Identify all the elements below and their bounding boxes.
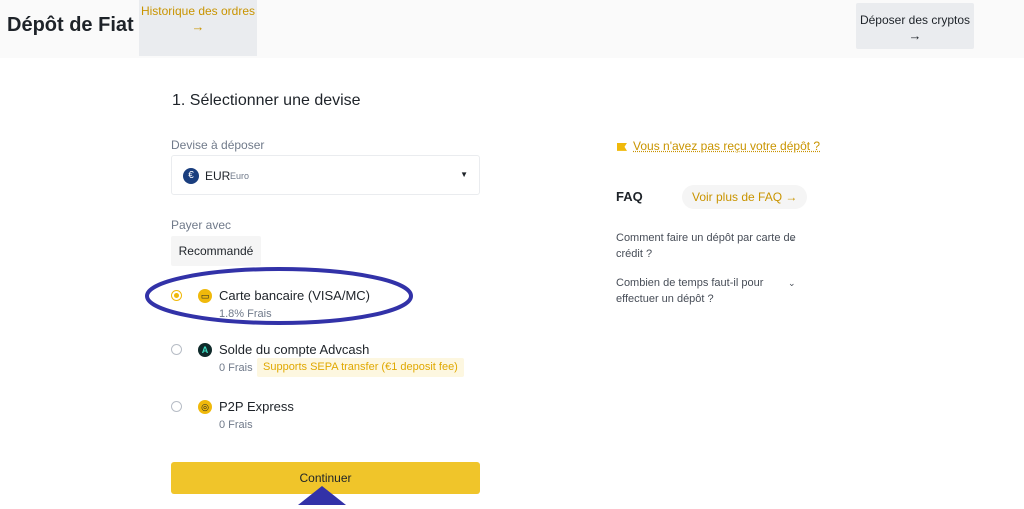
method-name: Solde du compte Advcash [219,342,370,357]
megaphone-icon [617,142,627,151]
caret-down-icon: ▼ [460,170,468,179]
see-more-faq-button[interactable]: Voir plus de FAQ → [682,185,808,209]
arrow-right-icon: → [191,19,205,34]
currency-code: EUR [205,169,231,183]
chevron-down-icon: ⌄ [788,233,796,243]
tab-recommended[interactable]: Recommandé [171,236,261,266]
currency-name: Euro [230,171,250,181]
method-fee: 0 Frais [219,362,253,374]
radio-advcash[interactable] [171,344,182,355]
sepa-badge: Supports SEPA transfer (€1 deposit fee) [257,358,464,377]
method-fee: 0 Frais [219,419,253,431]
euro-coin-icon: € [183,168,199,184]
annotation-overlay [145,267,413,505]
not-received-text: Vous n'avez pas reçu votre dépôt ? [633,139,821,153]
continue-button[interactable]: Continuer [171,462,480,494]
faq-item-credit-card[interactable]: Comment faire un dépôt par carte de créd… [616,230,796,262]
advcash-icon: A [198,343,212,357]
faq-question: Combien de temps faut-il pour effectuer … [616,277,764,305]
method-fee: 1.8% Frais [219,308,272,320]
radio-card[interactable] [171,290,182,301]
currency-select[interactable]: € EUR Euro ▼ [171,155,480,195]
chevron-down-icon: ⌄ [788,278,796,288]
currency-label: Devise à déposer [171,138,265,152]
faq-title: FAQ [616,189,643,204]
radio-p2p[interactable] [171,401,182,412]
arrow-right-icon: → [908,28,922,43]
pay-with-label: Payer avec [171,218,232,232]
faq-item-duration[interactable]: Combien de temps faut-il pour effectuer … [616,275,796,307]
order-history-button[interactable]: Historique des ordres → [139,0,257,56]
deposit-not-received-link[interactable]: Vous n'avez pas reçu votre dépôt ? [617,139,820,153]
method-name: P2P Express [219,399,294,414]
page-header: Dépôt de Fiat Historique des ordres → Dé… [0,0,1024,58]
card-icon: ▭ [198,289,212,303]
step-title: 1. Sélectionner une devise [172,92,361,109]
p2p-icon: ◎ [198,400,212,414]
page-title: Dépôt de Fiat [7,14,134,36]
deposit-crypto-button[interactable]: Déposer des cryptos → [856,3,974,49]
method-name: Carte bancaire (VISA/MC) [219,288,370,303]
order-history-label: Historique des ordres [140,4,256,18]
deposit-crypto-label: Déposer des cryptos [859,13,971,27]
faq-question: Comment faire un dépôt par carte de créd… [616,232,796,260]
